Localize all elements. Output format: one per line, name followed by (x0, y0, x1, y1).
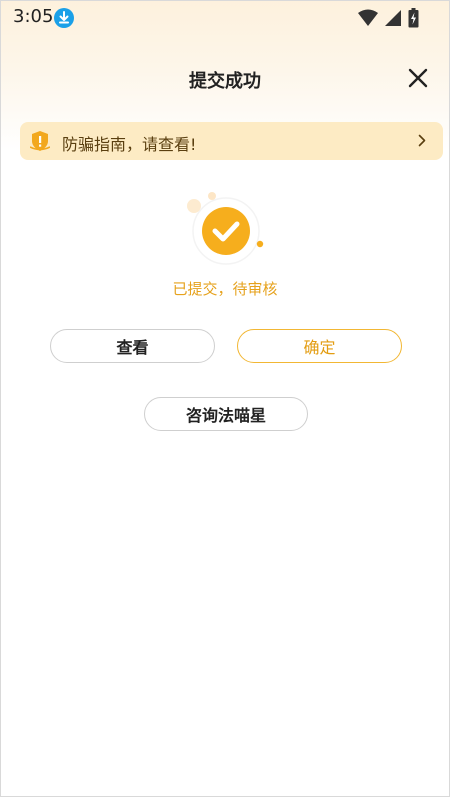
close-icon (408, 68, 428, 88)
view-button[interactable]: 查看 (50, 329, 215, 363)
shield-icon (30, 131, 50, 151)
check-circle-icon (181, 189, 271, 279)
signal-icon (385, 10, 401, 26)
close-button[interactable] (407, 67, 429, 89)
app-screen: 3:05 提交成功 防骗指南，请查看! 已提交，待审核 查看 确定 咨询法喵星 (0, 0, 450, 797)
status-time: 3:05 (13, 6, 54, 27)
submit-status-text: 已提交，待审核 (172, 280, 278, 298)
status-icons (358, 8, 419, 28)
status-bar: 3:05 (1, 1, 449, 35)
anti-fraud-notice[interactable]: 防骗指南，请查看! (20, 122, 443, 160)
download-icon (54, 8, 74, 28)
page-title: 提交成功 (189, 71, 261, 92)
consult-button[interactable]: 咨询法喵星 (144, 397, 308, 431)
notice-text: 防骗指南，请查看! (62, 135, 197, 154)
confirm-button[interactable]: 确定 (237, 329, 402, 363)
chevron-right-icon (418, 134, 426, 147)
header: 提交成功 (1, 59, 449, 99)
battery-icon (408, 8, 419, 28)
wifi-icon (358, 9, 378, 26)
